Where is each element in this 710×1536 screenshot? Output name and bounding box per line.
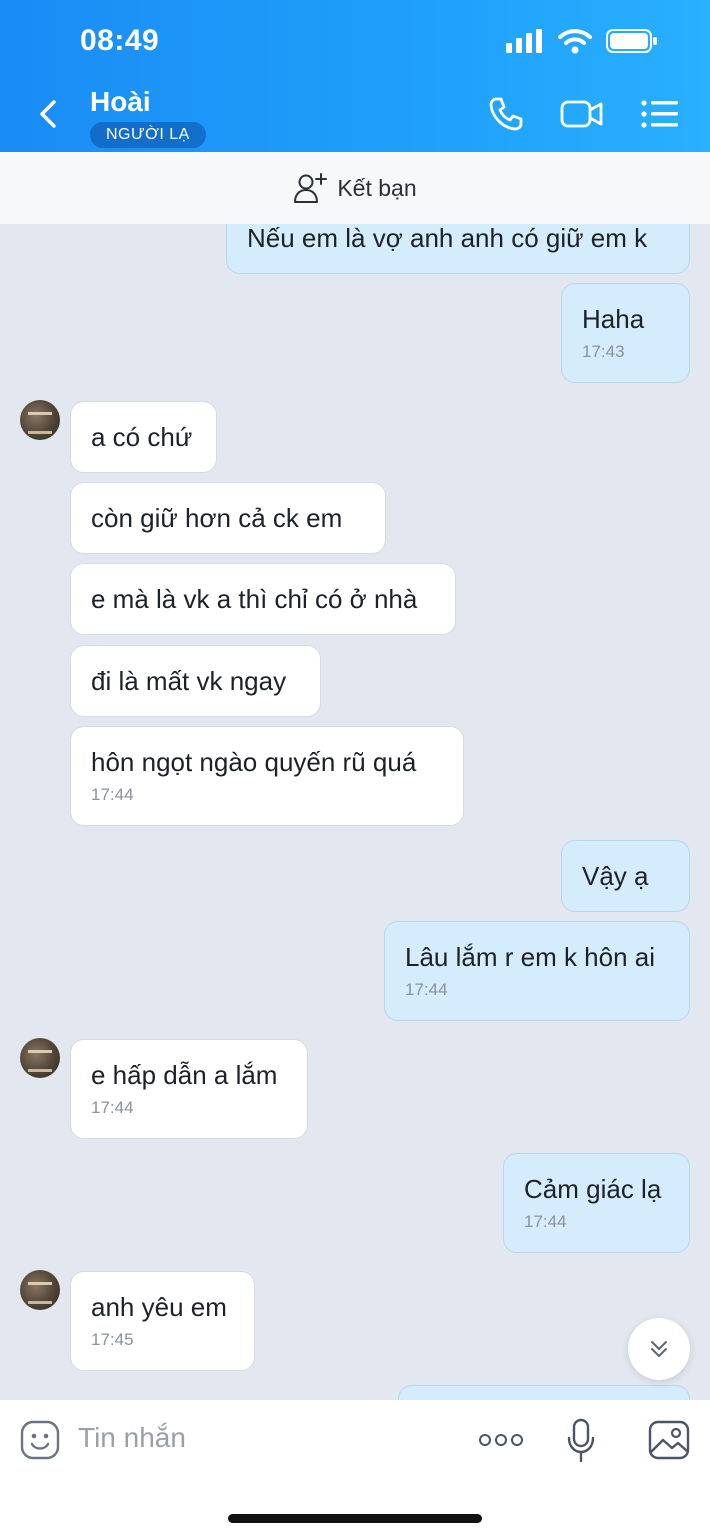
- message-time: 17:45: [91, 1330, 134, 1349]
- message-bubble[interactable]: đi là mất vk ngay: [70, 645, 321, 717]
- double-chevron-down-icon: [651, 1341, 667, 1357]
- message-text: đi là mất vk ngay: [91, 666, 287, 696]
- message-text: còn giữ hơn cả ck em: [91, 503, 343, 533]
- message-time: 17:44: [91, 1098, 134, 1117]
- message-input[interactable]: Tin nhắn: [78, 1422, 186, 1454]
- message-text: Lâu lắm r em k hôn ai: [405, 942, 656, 972]
- phone-icon: [489, 97, 523, 131]
- contact-avatar[interactable]: [20, 400, 60, 440]
- message-time: 17:43: [582, 342, 625, 361]
- contact-name[interactable]: Hoài: [90, 86, 151, 118]
- more-dots-icon[interactable]: [478, 1430, 524, 1450]
- message-time: 17:44: [405, 980, 448, 999]
- add-friend-label: Kết bạn: [337, 174, 417, 201]
- message-list[interactable]: Nếu em là vợ anh anh có giữ em k Haha 17…: [0, 224, 710, 1400]
- message-bubble[interactable]: Haha 17:43: [561, 283, 690, 383]
- message-text: e mà là vk a thì chỉ có ở nhà: [91, 584, 418, 614]
- status-icons: [506, 28, 658, 54]
- message-text: Haha: [582, 304, 645, 334]
- message-time: 17:44: [91, 785, 134, 804]
- message-bubble[interactable]: hôn ngọt ngào quyến rũ quá 17:44: [70, 726, 464, 826]
- contact-avatar[interactable]: [20, 1270, 60, 1310]
- microphone-icon[interactable]: [566, 1418, 596, 1464]
- list-icon: [641, 100, 678, 128]
- video-camera-icon: [560, 100, 603, 128]
- message-bubble[interactable]: Cảm giác lạ 17:44: [503, 1153, 690, 1253]
- signal-icon: [506, 29, 542, 53]
- message-text: anh yêu em: [91, 1292, 227, 1322]
- add-user-icon: [294, 173, 328, 203]
- message-bubble[interactable]: anh yêu em 17:45: [70, 1271, 255, 1371]
- chat-header: 08:49 Hoài NGƯỜI LẠ: [0, 0, 710, 152]
- message-bubble-partial[interactable]: [398, 1385, 690, 1400]
- back-button[interactable]: [32, 96, 68, 132]
- home-indicator: [228, 1514, 482, 1523]
- contact-avatar[interactable]: [20, 1038, 60, 1078]
- wifi-icon: [558, 29, 592, 54]
- chevron-left-icon: [40, 100, 56, 128]
- message-text: hôn ngọt ngào quyến rũ quá: [91, 747, 417, 777]
- message-bubble[interactable]: e hấp dẫn a lắm 17:44: [70, 1039, 308, 1139]
- message-text: Nếu em là vợ anh anh có giữ em k: [247, 224, 648, 253]
- battery-icon: [606, 29, 657, 53]
- message-bubble[interactable]: còn giữ hơn cả ck em: [70, 482, 386, 554]
- status-time: 08:49: [80, 24, 160, 57]
- scroll-to-bottom-button[interactable]: [628, 1318, 690, 1380]
- image-icon[interactable]: [648, 1420, 690, 1460]
- message-text: e hấp dẫn a lắm: [91, 1060, 278, 1090]
- chat-menu-button[interactable]: [638, 92, 682, 136]
- message-bubble[interactable]: Lâu lắm r em k hôn ai 17:44: [384, 921, 690, 1021]
- message-bubble[interactable]: e mà là vk a thì chỉ có ở nhà: [70, 563, 456, 635]
- emoji-icon[interactable]: [20, 1420, 60, 1460]
- message-time: 17:44: [524, 1212, 567, 1231]
- message-bubble[interactable]: a có chứ: [70, 401, 217, 473]
- video-call-button[interactable]: [560, 92, 604, 136]
- message-bubble[interactable]: Vậy ạ: [561, 840, 690, 912]
- message-bubble[interactable]: Nếu em là vợ anh anh có giữ em k: [226, 224, 690, 274]
- add-friend-bar[interactable]: Kết bạn: [0, 152, 710, 224]
- stranger-badge: NGƯỜI LẠ: [90, 122, 206, 148]
- message-text: Vậy ạ: [582, 861, 649, 891]
- message-text: Cảm giác lạ: [524, 1174, 662, 1204]
- call-button[interactable]: [484, 92, 528, 136]
- message-text: a có chứ: [91, 422, 193, 452]
